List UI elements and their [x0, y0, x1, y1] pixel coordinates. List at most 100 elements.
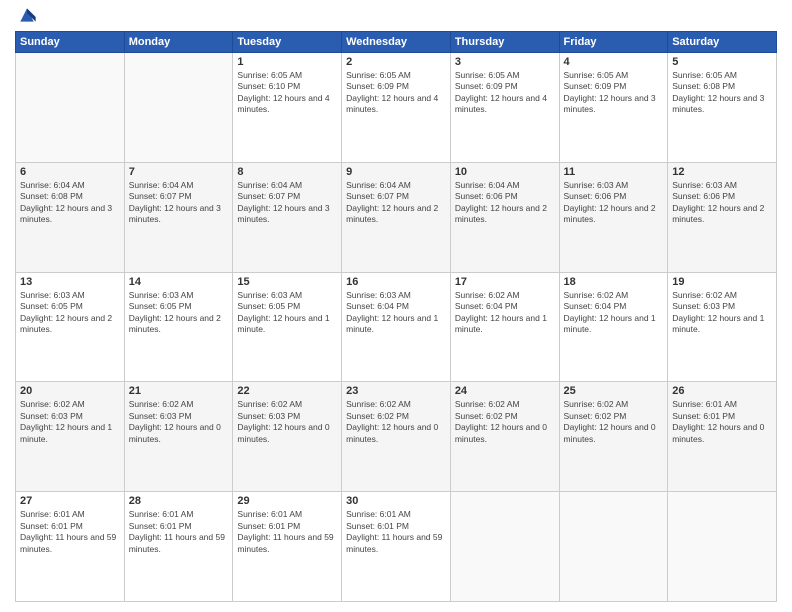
day-info: Sunrise: 6:04 AM Sunset: 6:07 PM Dayligh… [129, 180, 229, 226]
calendar-table: SundayMondayTuesdayWednesdayThursdayFrid… [15, 31, 777, 602]
day-number: 28 [129, 495, 229, 507]
day-info: Sunrise: 6:03 AM Sunset: 6:04 PM Dayligh… [346, 290, 446, 336]
day-info: Sunrise: 6:04 AM Sunset: 6:06 PM Dayligh… [455, 180, 555, 226]
calendar-cell [668, 492, 777, 602]
day-info: Sunrise: 6:02 AM Sunset: 6:03 PM Dayligh… [672, 290, 772, 336]
calendar-week-row: 6Sunrise: 6:04 AM Sunset: 6:08 PM Daylig… [16, 162, 777, 272]
day-number: 25 [564, 385, 664, 397]
calendar-cell: 24 Sunrise: 6:02 AM Sunset: 6:02 PM Dayli… [450, 382, 559, 492]
calendar-cell [450, 492, 559, 602]
day-info: Sunrise: 6:01 AM Sunset: 6:01 PM Dayligh… [237, 509, 337, 555]
calendar-cell: 23Sunrise: 6:02 AM Sunset: 6:02 PM Dayli… [342, 382, 451, 492]
calendar-cell: 11 Sunrise: 6:03 AM Sunset: 6:06 PM Dayli… [559, 162, 668, 272]
day-number: 8 [237, 166, 337, 178]
calendar-cell: 7 Sunrise: 6:04 AM Sunset: 6:07 PM Daylig… [124, 162, 233, 272]
day-number: 29 [237, 495, 337, 507]
day-number: 13 [20, 276, 120, 288]
calendar-cell: 5Sunrise: 6:05 AM Sunset: 6:08 PM Daylig… [668, 53, 777, 163]
day-number: 1 [237, 56, 337, 68]
day-info: Sunrise: 6:05 AM Sunset: 6:08 PM Dayligh… [672, 70, 772, 116]
day-number: 26 [672, 385, 772, 397]
day-number: 15 [237, 276, 337, 288]
calendar-cell: 22 Sunrise: 6:02 AM Sunset: 6:03 PM Dayli… [233, 382, 342, 492]
day-info: Sunrise: 6:05 AM Sunset: 6:10 PM Dayligh… [237, 70, 337, 116]
day-number: 30 [346, 495, 446, 507]
day-info: Sunrise: 6:03 AM Sunset: 6:06 PM Dayligh… [564, 180, 664, 226]
calendar-cell: 12 Sunrise: 6:03 AM Sunset: 6:06 PM Dayli… [668, 162, 777, 272]
calendar-week-row: 13 Sunrise: 6:03 AM Sunset: 6:05 PM Dayli… [16, 272, 777, 382]
day-number: 6 [20, 166, 120, 178]
day-info: Sunrise: 6:05 AM Sunset: 6:09 PM Dayligh… [564, 70, 664, 116]
day-number: 14 [129, 276, 229, 288]
calendar-cell: 10 Sunrise: 6:04 AM Sunset: 6:06 PM Dayli… [450, 162, 559, 272]
day-number: 11 [564, 166, 664, 178]
calendar-cell: 15 Sunrise: 6:03 AM Sunset: 6:05 PM Dayli… [233, 272, 342, 382]
day-number: 19 [672, 276, 772, 288]
day-info: Sunrise: 6:03 AM Sunset: 6:05 PM Dayligh… [20, 290, 120, 336]
day-info: Sunrise: 6:02 AM Sunset: 6:04 PM Dayligh… [455, 290, 555, 336]
page: SundayMondayTuesdayWednesdayThursdayFrid… [0, 0, 792, 612]
day-info: Sunrise: 6:05 AM Sunset: 6:09 PM Dayligh… [346, 70, 446, 116]
weekday-header: Sunday [16, 32, 125, 53]
calendar-cell: 9Sunrise: 6:04 AM Sunset: 6:07 PM Daylig… [342, 162, 451, 272]
day-info: Sunrise: 6:02 AM Sunset: 6:02 PM Dayligh… [455, 399, 555, 445]
day-number: 23 [346, 385, 446, 397]
day-number: 21 [129, 385, 229, 397]
weekday-header: Monday [124, 32, 233, 53]
calendar-cell: 17 Sunrise: 6:02 AM Sunset: 6:04 PM Dayli… [450, 272, 559, 382]
calendar-cell: 21 Sunrise: 6:02 AM Sunset: 6:03 PM Dayli… [124, 382, 233, 492]
calendar-week-row: 27 Sunrise: 6:01 AM Sunset: 6:01 PM Dayli… [16, 492, 777, 602]
day-info: Sunrise: 6:03 AM Sunset: 6:05 PM Dayligh… [237, 290, 337, 336]
calendar-cell: 8 Sunrise: 6:04 AM Sunset: 6:07 PM Daylig… [233, 162, 342, 272]
day-number: 12 [672, 166, 772, 178]
calendar-cell [559, 492, 668, 602]
day-info: Sunrise: 6:02 AM Sunset: 6:02 PM Dayligh… [564, 399, 664, 445]
day-number: 27 [20, 495, 120, 507]
calendar-cell [124, 53, 233, 163]
calendar-cell: 26 Sunrise: 6:01 AM Sunset: 6:01 PM Dayli… [668, 382, 777, 492]
logo-icon [17, 5, 37, 25]
calendar-cell: 14 Sunrise: 6:03 AM Sunset: 6:05 PM Dayli… [124, 272, 233, 382]
weekday-header: Saturday [668, 32, 777, 53]
calendar-cell: 13 Sunrise: 6:03 AM Sunset: 6:05 PM Dayli… [16, 272, 125, 382]
calendar-cell: 16 Sunrise: 6:03 AM Sunset: 6:04 PM Dayli… [342, 272, 451, 382]
day-info: Sunrise: 6:03 AM Sunset: 6:05 PM Dayligh… [129, 290, 229, 336]
day-number: 10 [455, 166, 555, 178]
day-info: Sunrise: 6:04 AM Sunset: 6:07 PM Dayligh… [346, 180, 446, 226]
day-info: Sunrise: 6:02 AM Sunset: 6:04 PM Dayligh… [564, 290, 664, 336]
day-number: 4 [564, 56, 664, 68]
day-number: 3 [455, 56, 555, 68]
day-number: 7 [129, 166, 229, 178]
calendar-cell: 4 Sunrise: 6:05 AM Sunset: 6:09 PM Daylig… [559, 53, 668, 163]
calendar-cell: 27 Sunrise: 6:01 AM Sunset: 6:01 PM Dayli… [16, 492, 125, 602]
calendar-cell: 19 Sunrise: 6:02 AM Sunset: 6:03 PM Dayli… [668, 272, 777, 382]
calendar-cell: 28 Sunrise: 6:01 AM Sunset: 6:01 PM Dayli… [124, 492, 233, 602]
weekday-header: Thursday [450, 32, 559, 53]
day-info: Sunrise: 6:01 AM Sunset: 6:01 PM Dayligh… [129, 509, 229, 555]
calendar-cell: 25 Sunrise: 6:02 AM Sunset: 6:02 PM Dayli… [559, 382, 668, 492]
day-info: Sunrise: 6:01 AM Sunset: 6:01 PM Dayligh… [20, 509, 120, 555]
day-number: 17 [455, 276, 555, 288]
day-info: Sunrise: 6:03 AM Sunset: 6:06 PM Dayligh… [672, 180, 772, 226]
header [15, 10, 777, 25]
day-number: 2 [346, 56, 446, 68]
weekday-header: Friday [559, 32, 668, 53]
calendar-cell: 20 Sunrise: 6:02 AM Sunset: 6:03 PM Dayli… [16, 382, 125, 492]
day-info: Sunrise: 6:02 AM Sunset: 6:03 PM Dayligh… [20, 399, 120, 445]
day-number: 16 [346, 276, 446, 288]
calendar-cell: 29 Sunrise: 6:01 AM Sunset: 6:01 PM Dayli… [233, 492, 342, 602]
weekday-header: Wednesday [342, 32, 451, 53]
logo [15, 10, 37, 25]
calendar-week-row: 1 Sunrise: 6:05 AM Sunset: 6:10 PM Daylig… [16, 53, 777, 163]
day-number: 24 [455, 385, 555, 397]
day-number: 22 [237, 385, 337, 397]
calendar-cell: 30Sunrise: 6:01 AM Sunset: 6:01 PM Dayli… [342, 492, 451, 602]
day-number: 18 [564, 276, 664, 288]
day-info: Sunrise: 6:02 AM Sunset: 6:03 PM Dayligh… [237, 399, 337, 445]
day-info: Sunrise: 6:01 AM Sunset: 6:01 PM Dayligh… [672, 399, 772, 445]
day-number: 20 [20, 385, 120, 397]
calendar-cell [16, 53, 125, 163]
day-info: Sunrise: 6:02 AM Sunset: 6:03 PM Dayligh… [129, 399, 229, 445]
calendar-cell: 6Sunrise: 6:04 AM Sunset: 6:08 PM Daylig… [16, 162, 125, 272]
day-info: Sunrise: 6:04 AM Sunset: 6:07 PM Dayligh… [237, 180, 337, 226]
